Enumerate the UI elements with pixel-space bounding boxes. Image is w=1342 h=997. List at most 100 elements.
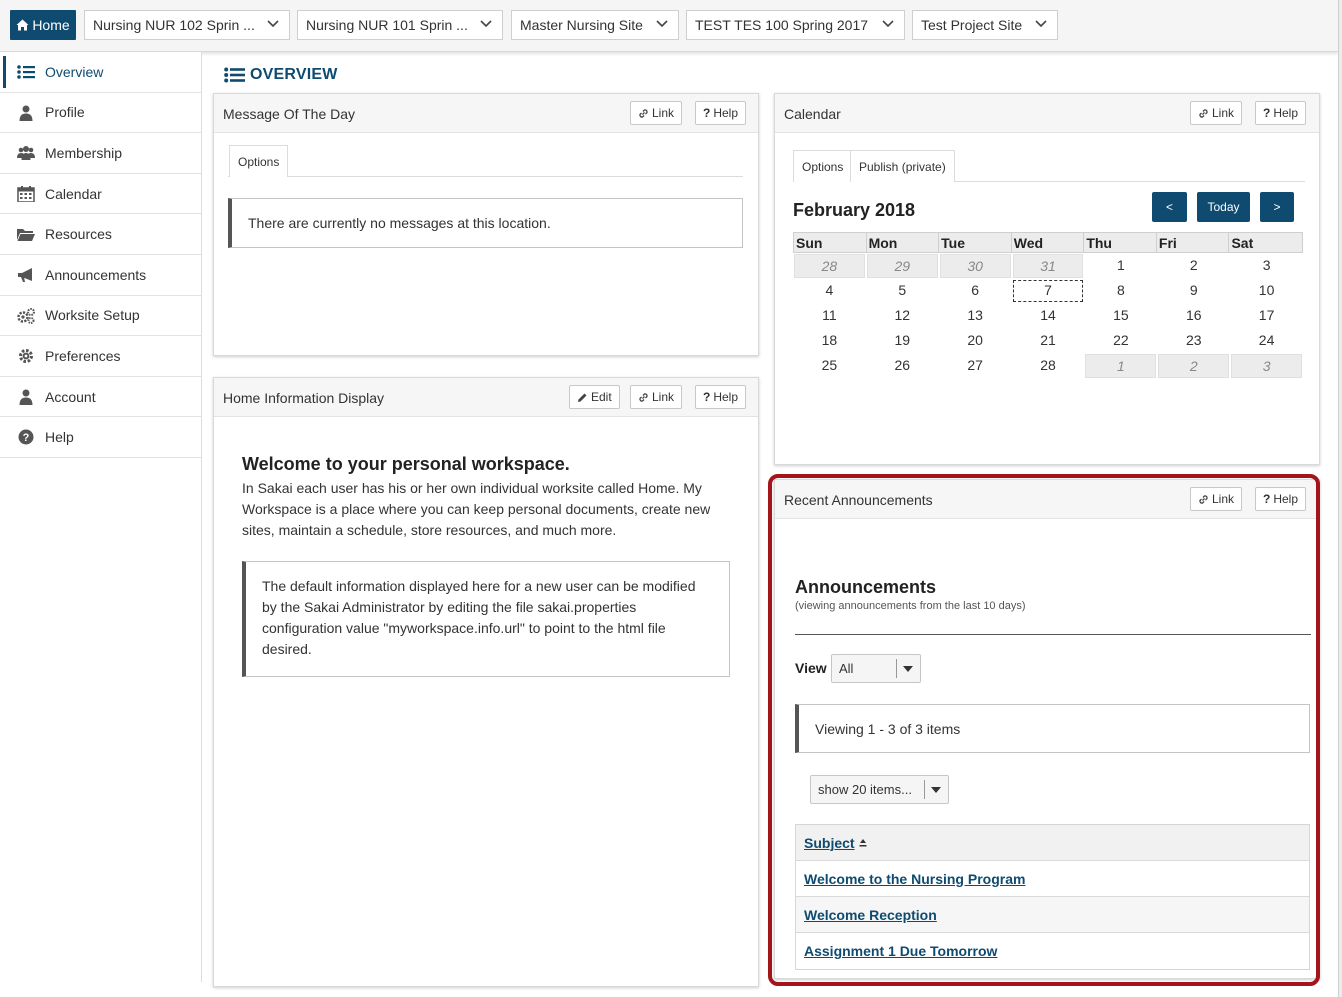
- chevron-down-icon[interactable]: [1035, 20, 1047, 28]
- announcement-link[interactable]: Welcome Reception: [804, 907, 937, 923]
- nav-item-help[interactable]: ? Help: [0, 417, 201, 458]
- nav-item-overview[interactable]: Overview: [0, 52, 201, 93]
- calendar-day[interactable]: 2: [1157, 254, 1230, 278]
- calendar-day[interactable]: 28: [1012, 354, 1085, 378]
- site-tab-nur102[interactable]: Nursing NUR 102 Sprin ...: [84, 10, 290, 40]
- site-tab-test-project[interactable]: Test Project Site: [912, 10, 1058, 40]
- next-month-button[interactable]: >: [1260, 192, 1294, 222]
- calendar-day[interactable]: 19: [866, 329, 939, 353]
- nav-item-calendar[interactable]: Calendar: [0, 174, 201, 215]
- calendar-day[interactable]: 1: [1084, 254, 1157, 278]
- link-button[interactable]: Link: [1190, 101, 1243, 125]
- calendar-day[interactable]: 23: [1157, 329, 1230, 353]
- calendar-day[interactable]: 18: [793, 329, 866, 353]
- weekday-sun: Sun: [794, 233, 867, 252]
- page-scrollbar[interactable]: [1338, 0, 1342, 997]
- weekday-fri: Fri: [1157, 233, 1230, 252]
- announcement-link[interactable]: Welcome to the Nursing Program: [804, 871, 1025, 887]
- calendar-day[interactable]: 21: [1012, 329, 1085, 353]
- site-tab-nur101[interactable]: Nursing NUR 101 Sprin ...: [297, 10, 503, 40]
- nav-item-announcements[interactable]: Announcements: [0, 255, 201, 296]
- calendar-day[interactable]: 1: [1085, 354, 1157, 378]
- link-button[interactable]: Link: [630, 101, 683, 125]
- help-button[interactable]: ? Help: [1255, 101, 1307, 125]
- chevron-down-icon[interactable]: [480, 20, 492, 28]
- link-button-label: Link: [652, 390, 675, 404]
- announcement-row: Welcome to the Nursing Program: [796, 861, 1309, 897]
- announcement-link[interactable]: Assignment 1 Due Tomorrow: [804, 943, 997, 959]
- home-tab[interactable]: Home: [10, 10, 76, 40]
- nav-item-profile[interactable]: Profile: [0, 93, 201, 134]
- tab-options[interactable]: Options: [229, 145, 289, 177]
- calendar-day[interactable]: 12: [866, 304, 939, 328]
- calendar-day[interactable]: 31: [1012, 254, 1084, 278]
- calendar-day[interactable]: 3: [1231, 354, 1303, 378]
- calendar-day[interactable]: 15: [1084, 304, 1157, 328]
- nav-item-membership[interactable]: Membership: [0, 133, 201, 174]
- weekday-mon: Mon: [867, 233, 940, 252]
- question-icon: ?: [703, 390, 711, 404]
- calendar-day[interactable]: 30: [939, 254, 1011, 278]
- calendar-day[interactable]: 24: [1230, 329, 1303, 353]
- calendar-day[interactable]: 20: [939, 329, 1012, 353]
- tab-publish-private[interactable]: Publish (private): [850, 150, 955, 182]
- calendar-day[interactable]: 9: [1157, 279, 1230, 303]
- site-tab-label: TEST TES 100 Spring 2017: [695, 17, 869, 33]
- nav-item-label: Profile: [45, 104, 85, 121]
- calendar-day[interactable]: 11: [793, 304, 866, 328]
- nav-item-label: Preferences: [45, 347, 121, 364]
- calendar-day[interactable]: 28: [794, 254, 865, 278]
- calendar-day[interactable]: 22: [1084, 329, 1157, 353]
- calendar-day[interactable]: 27: [939, 354, 1012, 378]
- calendar-day[interactable]: 2: [1158, 354, 1230, 378]
- edit-button[interactable]: Edit: [569, 385, 620, 409]
- calendar-day[interactable]: 8: [1084, 279, 1157, 303]
- announcements-subheading: (viewing announcements from the last 10 …: [795, 600, 1026, 612]
- calendar-day[interactable]: 29: [866, 254, 938, 278]
- nav-item-preferences[interactable]: Preferences: [0, 336, 201, 377]
- calendar-grid: Sun Mon Tue Wed Thu Fri Sat 28 29 30 31 …: [793, 232, 1303, 378]
- chevron-down-icon[interactable]: [656, 20, 668, 28]
- page-size-select[interactable]: show 20 items...: [810, 775, 949, 804]
- nav-item-account[interactable]: Account: [0, 377, 201, 418]
- link-button[interactable]: Link: [630, 385, 683, 409]
- today-button[interactable]: Today: [1197, 192, 1250, 222]
- chevron-down-icon[interactable]: [882, 20, 894, 28]
- chevron-down-icon[interactable]: [267, 20, 279, 28]
- calendar-day[interactable]: 14: [1012, 304, 1085, 328]
- calendar-day[interactable]: 5: [866, 279, 939, 303]
- weekday-tue: Tue: [939, 233, 1012, 252]
- site-tab-master-nursing[interactable]: Master Nursing Site: [511, 10, 679, 40]
- calendar-day[interactable]: 26: [866, 354, 939, 378]
- tab-options[interactable]: Options: [793, 150, 853, 182]
- calendar-day[interactable]: 16: [1157, 304, 1230, 328]
- view-select[interactable]: All: [831, 654, 921, 683]
- panel-title: Recent Announcements: [784, 492, 933, 508]
- motd-panel-header: Message Of The Day Link ? Help: [214, 94, 758, 133]
- help-button[interactable]: ? Help: [1255, 487, 1307, 511]
- calendar-day[interactable]: 4: [793, 279, 866, 303]
- help-button[interactable]: ? Help: [695, 101, 747, 125]
- calendar-day[interactable]: 17: [1230, 304, 1303, 328]
- calendar-day-today[interactable]: 7: [1012, 279, 1085, 303]
- calendar-day[interactable]: 25: [793, 354, 866, 378]
- help-button[interactable]: ? Help: [695, 385, 747, 409]
- folder-icon: [17, 229, 35, 242]
- nav-item-worksite-setup[interactable]: Worksite Setup: [0, 296, 201, 337]
- nav-item-label: Resources: [45, 226, 112, 243]
- home-icon: [16, 19, 29, 31]
- site-tab-test-tes100[interactable]: TEST TES 100 Spring 2017: [686, 10, 905, 40]
- page-title-text: OVERVIEW: [250, 66, 338, 83]
- calendar-day[interactable]: 3: [1230, 254, 1303, 278]
- link-button[interactable]: Link: [1190, 487, 1243, 511]
- nav-item-resources[interactable]: Resources: [0, 214, 201, 255]
- prev-month-button[interactable]: <: [1152, 192, 1187, 222]
- announcements-panel-header: Recent Announcements Link ? Help: [775, 480, 1319, 519]
- calendar-day[interactable]: 13: [939, 304, 1012, 328]
- calendar-week: 28 29 30 31 1 2 3: [793, 254, 1303, 278]
- view-select-value: All: [839, 661, 854, 676]
- calendar-day[interactable]: 10: [1230, 279, 1303, 303]
- subject-column-header[interactable]: Subject: [796, 825, 1309, 861]
- calendar-day[interactable]: 6: [939, 279, 1012, 303]
- home-info-panel: Home Information Display Edit Link ? Hel…: [213, 377, 759, 987]
